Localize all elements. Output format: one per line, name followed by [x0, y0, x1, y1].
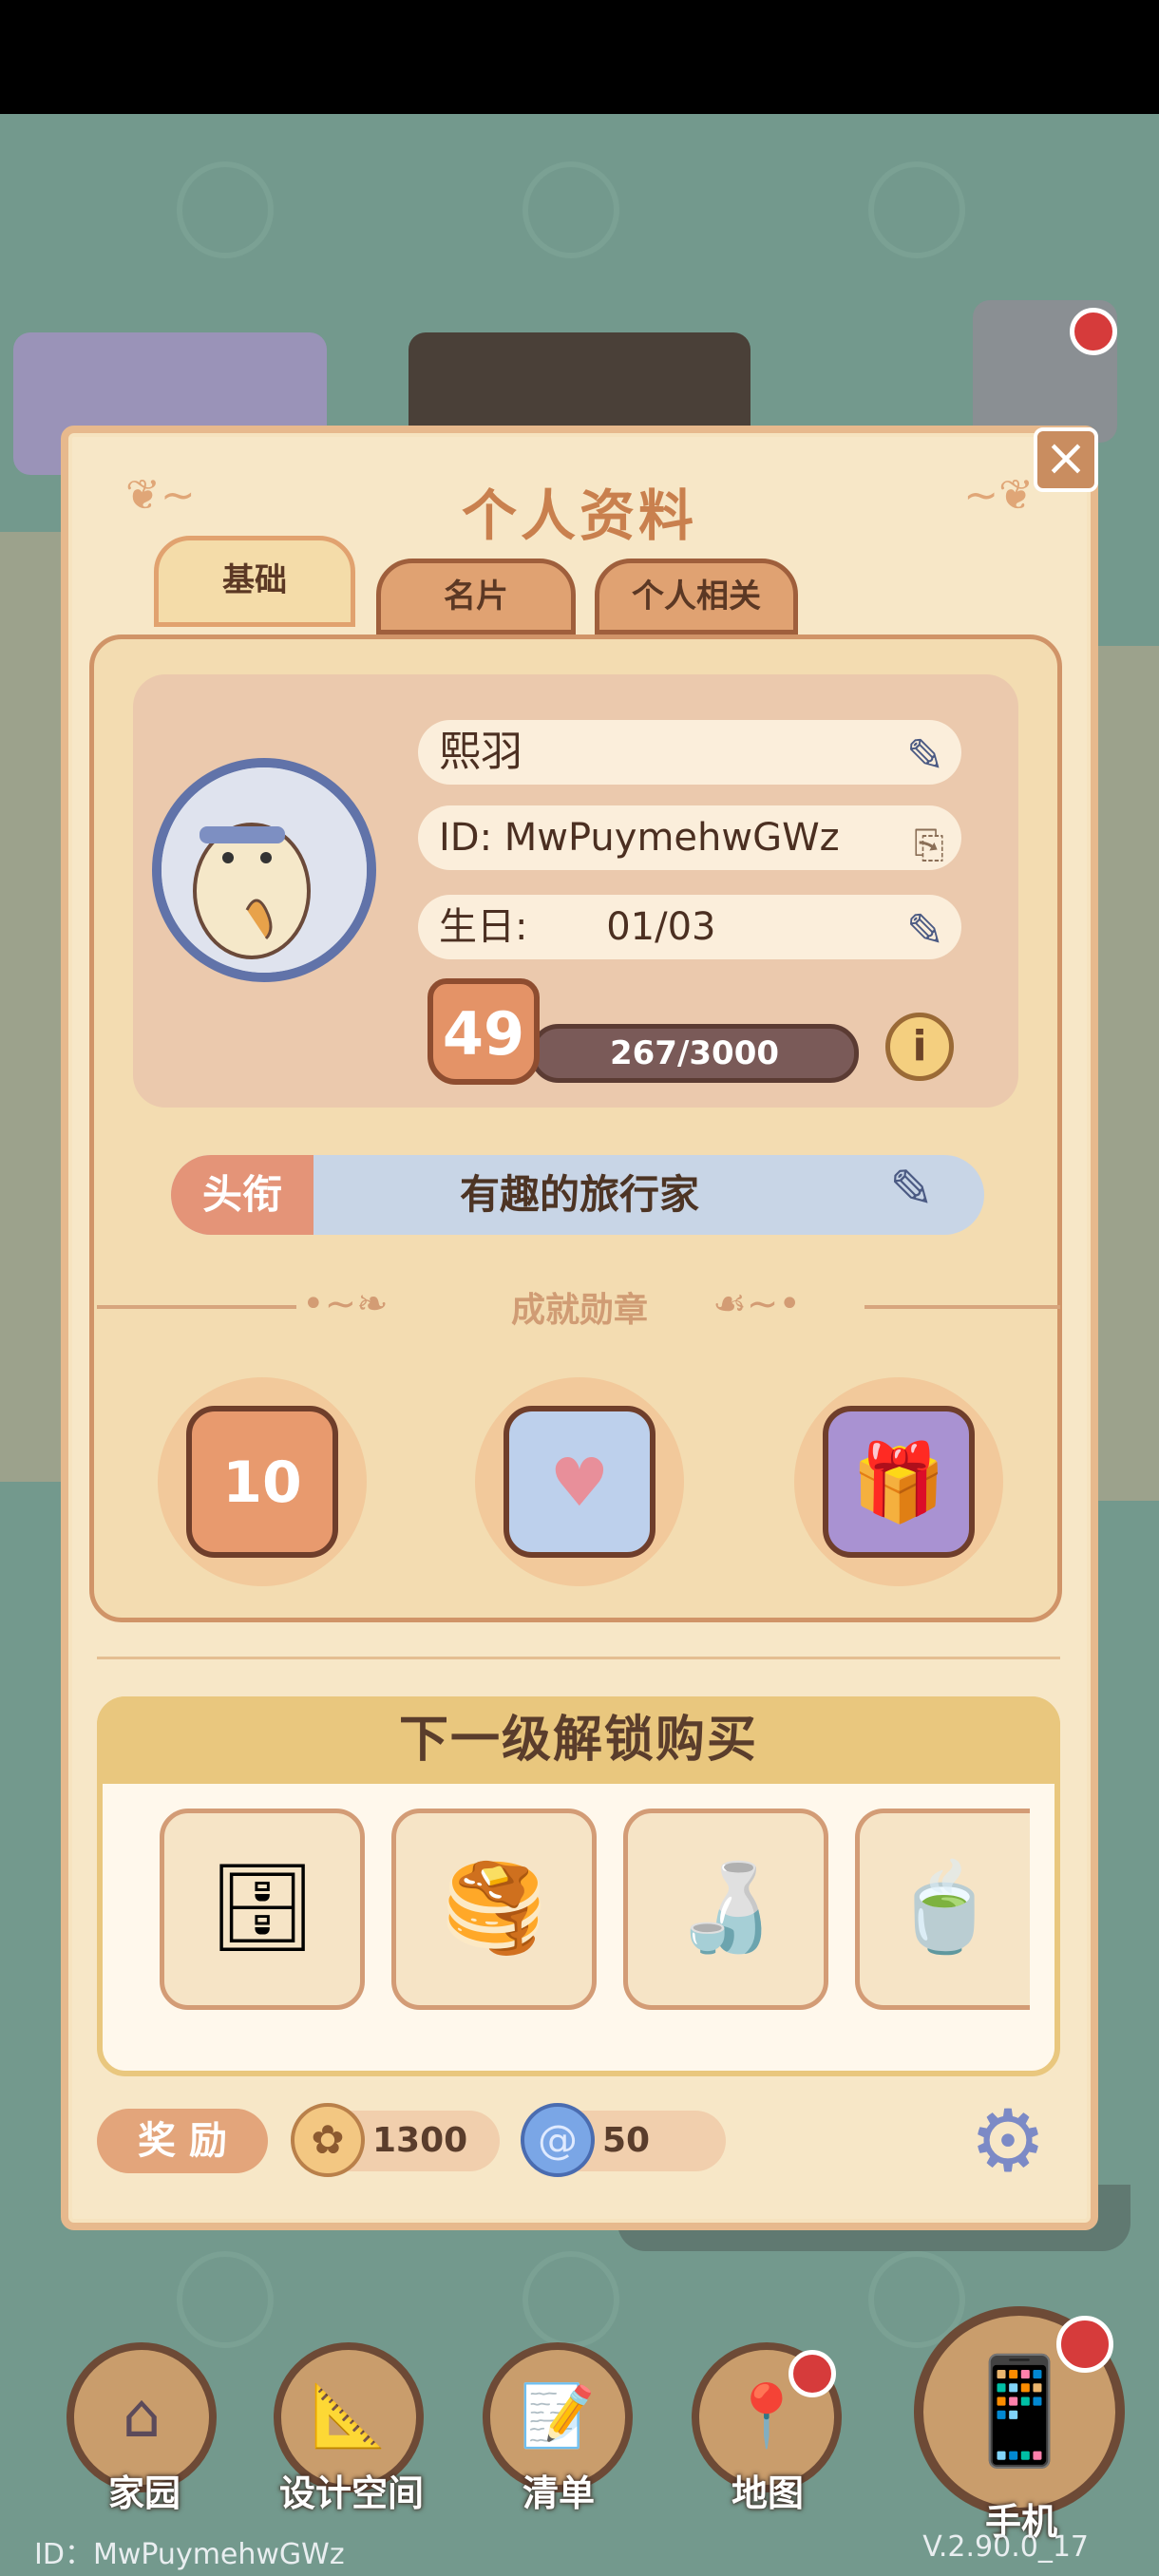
- phone-icon: 📱: [954, 2350, 1085, 2472]
- edit-birthday-pencil-icon[interactable]: ✎: [906, 899, 944, 963]
- coin-icon: ✿: [291, 2103, 365, 2177]
- level-badge: 49: [428, 978, 540, 1085]
- map-pin-icon: 📍: [729, 2381, 805, 2452]
- badge-10-icon: 10: [186, 1406, 338, 1558]
- nav-map-label: 地图: [731, 2472, 804, 2514]
- id-field: ID: MwPuymehwGWz ⎘: [418, 805, 961, 870]
- house-icon: ⌂: [122, 2381, 162, 2452]
- swirl-gem-icon: @: [521, 2103, 595, 2177]
- background-house: [0, 532, 61, 1482]
- hamster-avatar-icon: [162, 767, 367, 973]
- wooden-cabinet-icon: 🗄: [207, 1858, 317, 1958]
- level-info-button[interactable]: i: [885, 1013, 954, 1081]
- avatar[interactable]: [152, 758, 376, 982]
- nav-design-label: 设计空间: [278, 2472, 424, 2514]
- sun-pattern-icon: [177, 2251, 274, 2348]
- medal-level-10[interactable]: 10: [148, 1377, 376, 1586]
- status-bar: [0, 0, 1159, 114]
- tab-card[interactable]: 名片: [376, 559, 576, 635]
- copy-id-icon[interactable]: ⎘: [914, 813, 944, 878]
- background-house: [1098, 646, 1159, 1501]
- section-divider: [97, 1657, 1060, 1659]
- unlock-item-bottles[interactable]: 🍶: [623, 1809, 828, 2010]
- achievements-label: 成就勋章: [510, 1291, 648, 1330]
- heart-chat-icon: ♥: [504, 1406, 656, 1558]
- footer-version: V.2.90.0_17: [922, 2530, 1089, 2564]
- birthday-field: 生日: 01/03 ✎: [418, 895, 961, 959]
- name-field: 熙羽 ✎: [418, 720, 961, 785]
- settings-gear-icon[interactable]: ⚙: [963, 2097, 1053, 2187]
- nav-home-label: 家园: [107, 2472, 180, 2514]
- tea-set-icon: 🍵: [891, 1858, 998, 1958]
- sun-pattern-icon: [522, 161, 619, 258]
- level-number: 49: [442, 999, 525, 1069]
- nav-list-label: 清单: [522, 2472, 595, 2514]
- notification-dot-icon: [1070, 308, 1117, 355]
- title-tag-value: 有趣的旅行家: [459, 1171, 699, 1218]
- sun-pattern-icon: [177, 161, 274, 258]
- list-icon: 📝: [520, 2381, 596, 2452]
- pancake-plate-icon: 🥞: [440, 1858, 548, 1958]
- player-name: 熙羽: [439, 728, 522, 776]
- tab-basic[interactable]: 基础: [154, 536, 355, 627]
- title-tag-label: 头衔: [171, 1155, 314, 1235]
- gift-box-icon: 🎁: [823, 1406, 975, 1558]
- ruler-icon: 📐: [311, 2381, 387, 2452]
- ornament-right-icon: ~❦: [963, 471, 1034, 520]
- tab-personal[interactable]: 个人相关: [595, 559, 798, 635]
- sun-pattern-icon: [522, 2251, 619, 2348]
- medal-heart-chat[interactable]: ♥: [466, 1377, 694, 1586]
- notification-dot-icon: [788, 2350, 836, 2397]
- unlock-heading: 下一级解锁购买: [97, 1696, 1060, 1784]
- xp-text: 267/3000: [609, 1034, 780, 1072]
- player-id: ID: MwPuymehwGWz: [439, 816, 840, 860]
- edit-title-pencil-icon[interactable]: ✎: [889, 1159, 934, 1221]
- reward-label: 奖 励: [97, 2109, 268, 2173]
- medal-gift[interactable]: 🎁: [785, 1377, 1013, 1586]
- sauce-bottles-icon: 🍶: [672, 1858, 780, 1958]
- unlock-item-cabinet[interactable]: 🗄: [160, 1809, 365, 2010]
- edit-name-pencil-icon[interactable]: ✎: [906, 724, 944, 788]
- sun-pattern-icon: [868, 161, 965, 258]
- unlock-item-tea-set[interactable]: 🍵: [855, 1809, 1030, 2010]
- birthday-value: 01/03: [606, 905, 716, 949]
- close-button[interactable]: ×: [1034, 427, 1098, 492]
- notification-dot-icon: [1056, 2316, 1113, 2373]
- unlock-item-pancakes[interactable]: 🥞: [391, 1809, 597, 2010]
- birthday-label: 生日:: [439, 905, 528, 949]
- footer-player-id: ID：MwPuymehwGWz: [34, 2538, 345, 2571]
- xp-progress-bar: 267/3000: [530, 1024, 859, 1083]
